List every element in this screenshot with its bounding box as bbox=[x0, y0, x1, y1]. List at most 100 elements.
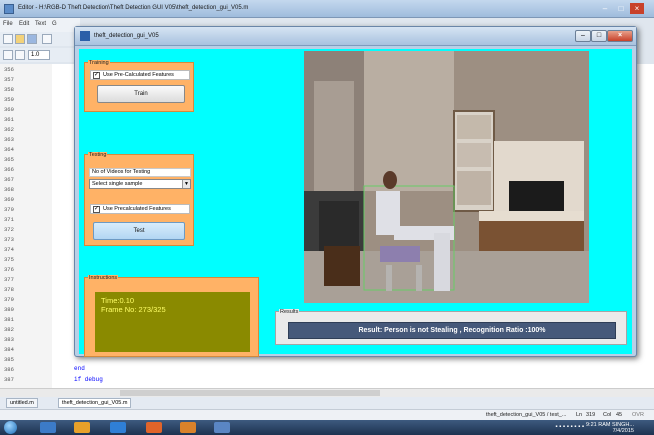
status-col: 45 bbox=[616, 412, 623, 418]
frame-readout: Frame No: 273/325 bbox=[101, 305, 166, 314]
tray-icons[interactable]: ▪ ▪ ▪ ▪ ▪ ▪ ▪ ▪ bbox=[555, 424, 584, 430]
editor-toolbar bbox=[0, 32, 80, 46]
maximize-button[interactable]: □ bbox=[591, 30, 607, 42]
cut-icon[interactable] bbox=[42, 34, 52, 44]
instructions-panel: Instructions Time:0.10 Frame No: 273/325 bbox=[84, 275, 259, 357]
line-number: 376 bbox=[4, 266, 14, 273]
minimize-button[interactable]: – bbox=[575, 30, 591, 42]
status-function: theft_detection_gui_V05 / test_... bbox=[486, 412, 567, 418]
code-line: if debug bbox=[74, 376, 103, 383]
training-use-precalc-label: Use Pre-Calculated Features bbox=[103, 72, 174, 78]
editor-menubar: File Edit Text G bbox=[0, 18, 80, 32]
editor-window-title: Editor - H:\RGB-D Theft Detection\Theft … bbox=[18, 5, 249, 11]
status-mode: OVR bbox=[632, 412, 644, 418]
testing-panel: Testing No of Videos for Testing Select … bbox=[84, 152, 194, 246]
line-number-gutter: 356 357 358 359 360 361 362 363 364 365 … bbox=[0, 64, 52, 394]
video-frame-image bbox=[304, 51, 589, 303]
line-number: 382 bbox=[4, 326, 14, 333]
testing-use-precalc-label: Use Precalculated Features bbox=[103, 206, 171, 212]
result-text: Result: Person is not Stealing , Recogni… bbox=[358, 327, 546, 334]
sample-select[interactable]: Select single sample ▼ bbox=[89, 179, 191, 189]
line-number: 385 bbox=[4, 356, 14, 363]
tray-clock[interactable]: 9:21 RAM SINGH... 7/4/2015 bbox=[586, 422, 634, 434]
results-panel-title: Results bbox=[279, 309, 300, 315]
result-bar: Result: Person is not Stealing , Recogni… bbox=[288, 322, 616, 339]
sample-select-value: Select single sample bbox=[92, 181, 143, 187]
cell-mode-icon[interactable] bbox=[15, 50, 25, 60]
line-number: 383 bbox=[4, 336, 14, 343]
line-number: 363 bbox=[4, 136, 14, 143]
menu-file[interactable]: File bbox=[3, 21, 13, 27]
testing-panel-title: Testing bbox=[88, 152, 108, 158]
menu-go[interactable]: G bbox=[52, 21, 57, 27]
line-number: 365 bbox=[4, 156, 14, 163]
new-file-icon[interactable] bbox=[3, 34, 13, 44]
testing-use-precalc-checkbox[interactable]: ✓ Use Precalculated Features bbox=[90, 204, 190, 214]
training-panel: Training ✓ Use Pre-Calculated Features T… bbox=[84, 60, 194, 112]
video-scene-illustration bbox=[304, 51, 589, 303]
line-number: 369 bbox=[4, 196, 14, 203]
matlab-editor-icon bbox=[4, 4, 14, 14]
instructions-display: Time:0.10 Frame No: 273/325 bbox=[95, 292, 250, 352]
menu-edit[interactable]: Edit bbox=[19, 21, 29, 27]
explorer-taskbar-icon[interactable] bbox=[40, 422, 56, 433]
line-number: 387 bbox=[4, 376, 14, 383]
close-button[interactable]: × bbox=[607, 30, 633, 42]
line-number: 386 bbox=[4, 366, 14, 373]
save-icon[interactable] bbox=[27, 34, 37, 44]
line-number: 368 bbox=[4, 186, 14, 193]
close-icon[interactable]: × bbox=[630, 3, 644, 14]
line-number: 371 bbox=[4, 216, 14, 223]
cell-icon[interactable] bbox=[3, 50, 13, 60]
minimize-icon[interactable]: – bbox=[598, 3, 612, 14]
horizontal-scrollbar[interactable] bbox=[0, 388, 654, 397]
line-number: 381 bbox=[4, 316, 14, 323]
line-number: 359 bbox=[4, 96, 14, 103]
time-readout: Time:0.10 bbox=[101, 296, 135, 305]
gui-titlebar: theft_detection_gui_V05 – □ × bbox=[75, 27, 636, 46]
line-number: 370 bbox=[4, 206, 14, 213]
line-number: 378 bbox=[4, 286, 14, 293]
status-ln-label: Ln bbox=[576, 412, 583, 418]
checkbox-checked-icon[interactable]: ✓ bbox=[93, 206, 100, 213]
editor-titlebar: Editor - H:\RGB-D Theft Detection\Theft … bbox=[0, 0, 654, 18]
status-col-label: Col bbox=[603, 412, 612, 418]
line-number: 379 bbox=[4, 296, 14, 303]
line-number: 377 bbox=[4, 276, 14, 283]
theft-detection-window: theft_detection_gui_V05 – □ × Training ✓… bbox=[74, 26, 637, 357]
ie-taskbar-icon[interactable] bbox=[110, 422, 126, 433]
checkbox-checked-icon[interactable]: ✓ bbox=[93, 72, 100, 79]
gui-window-title: theft_detection_gui_V05 bbox=[94, 33, 159, 39]
train-button[interactable]: Train bbox=[97, 85, 185, 103]
window-taskbar-icon[interactable] bbox=[214, 422, 230, 433]
line-number: 358 bbox=[4, 86, 14, 93]
editor-cell-toolbar: 1.0 bbox=[0, 48, 80, 62]
gui-canvas: Training ✓ Use Pre-Calculated Features T… bbox=[79, 49, 632, 357]
test-button[interactable]: Test bbox=[93, 222, 185, 240]
chrome-taskbar-icon[interactable] bbox=[74, 422, 90, 433]
line-number: 362 bbox=[4, 126, 14, 133]
start-button-icon[interactable] bbox=[4, 421, 17, 434]
training-panel-title: Training bbox=[88, 60, 110, 66]
taskbar: ▪ ▪ ▪ ▪ ▪ ▪ ▪ ▪ 9:21 RAM SINGH... 7/4/20… bbox=[0, 420, 654, 435]
line-number: 357 bbox=[4, 76, 14, 83]
zoom-field[interactable]: 1.0 bbox=[28, 50, 50, 60]
results-panel: Results Result: Person is not Stealing ,… bbox=[275, 309, 627, 345]
tab-theft-detection-gui[interactable]: theft_detection_gui_V05.m bbox=[58, 398, 132, 408]
editor-status-bar: theft_detection_gui_V05 / test_... Ln 31… bbox=[0, 409, 654, 420]
line-number: 367 bbox=[4, 176, 14, 183]
tray-date: 7/4/2015 bbox=[612, 428, 634, 434]
document-tabs: untitled.m theft_detection_gui_V05.m bbox=[0, 397, 654, 409]
code-line: end bbox=[74, 365, 85, 372]
open-folder-icon[interactable] bbox=[15, 34, 25, 44]
firefox-taskbar-icon[interactable] bbox=[146, 422, 162, 433]
menu-text[interactable]: Text bbox=[35, 21, 46, 27]
chevron-down-icon[interactable]: ▼ bbox=[182, 180, 190, 188]
maximize-icon[interactable]: □ bbox=[614, 3, 628, 14]
matlab-taskbar-icon[interactable] bbox=[180, 422, 196, 433]
training-use-precalc-checkbox[interactable]: ✓ Use Pre-Calculated Features bbox=[90, 70, 190, 80]
line-number: 366 bbox=[4, 166, 14, 173]
tab-untitled[interactable]: untitled.m bbox=[6, 398, 38, 408]
num-videos-label: No of Videos for Testing bbox=[89, 168, 191, 177]
line-number: 361 bbox=[4, 116, 14, 123]
